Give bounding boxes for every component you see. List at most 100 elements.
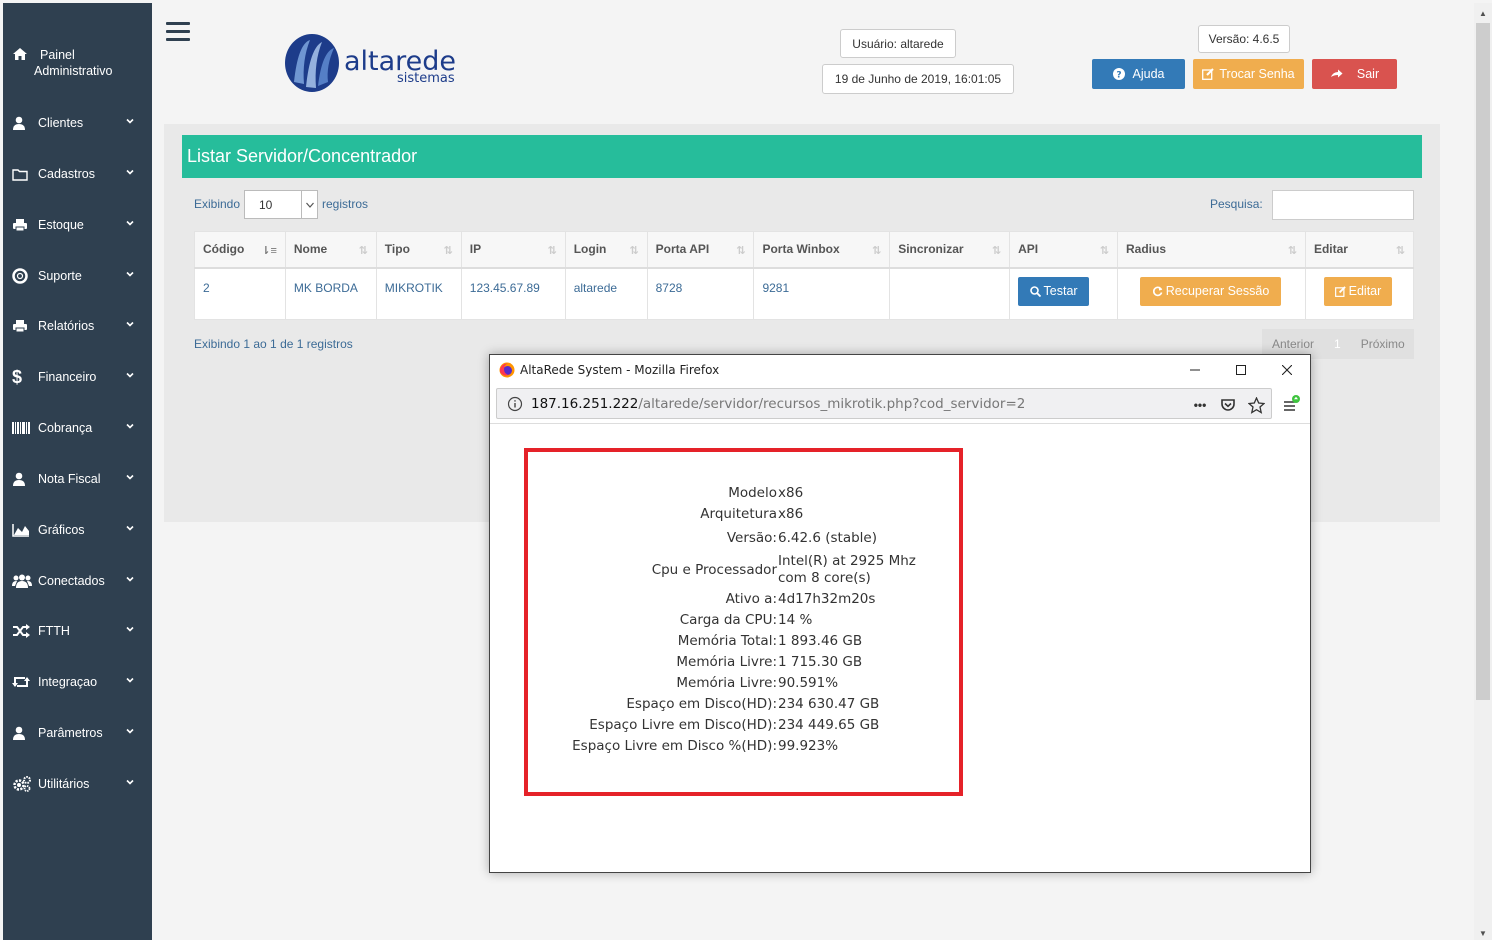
edit-button[interactable]: Editar <box>1323 276 1392 306</box>
popup-titlebar[interactable]: AltaRede System - Mozilla Firefox <box>490 355 1310 385</box>
chevron-down-icon <box>126 321 134 327</box>
sidebar-item-label: Gráficos <box>38 523 85 537</box>
question-circle-icon: ? <box>1112 68 1125 80</box>
sidebar-item-suporte[interactable]: Suporte <box>3 256 152 296</box>
popup-title: AltaRede System - Mozilla Firefox <box>520 363 720 377</box>
sidebar-item-conectados[interactable]: Conectados <box>3 561 152 601</box>
test-api-label: Testar <box>1043 284 1078 298</box>
pagination-next[interactable]: Próximo <box>1351 337 1415 351</box>
area-chart-icon <box>12 523 34 537</box>
altarede-logo: altarede sistemas <box>282 32 472 94</box>
sidebar-item-relatorios[interactable]: Relatórios <box>3 306 152 346</box>
firefox-icon <box>499 362 515 378</box>
pagination-current-page[interactable]: 1 <box>1324 337 1351 351</box>
pagination-previous[interactable]: Anterior <box>1262 337 1324 351</box>
sidebar-item-label: Integraçao <box>38 675 98 689</box>
column-header-login[interactable]: Login ⇅ <box>564 231 648 269</box>
retweet-icon <box>12 675 34 689</box>
info-icon[interactable] <box>507 396 523 412</box>
sidebar-item-label: Nota Fiscal <box>38 472 101 486</box>
column-header-porta-winbox[interactable]: Porta Winbox ⇅ <box>753 231 891 269</box>
chevron-down-icon <box>301 191 317 218</box>
dollar-icon: $ <box>12 366 23 387</box>
user-icon <box>12 472 34 486</box>
page-scrollbar[interactable]: ▲ ▼ <box>1474 3 1492 940</box>
edit-icon <box>1202 68 1215 80</box>
sidebar-item-graficos[interactable]: Gráficos <box>3 510 152 550</box>
sidebar-item-ftth[interactable]: FTTH <box>3 611 152 651</box>
cell-porta-api: 8728 <box>646 267 755 320</box>
help-button[interactable]: ? Ajuda <box>1092 59 1185 89</box>
bookmark-star-icon[interactable] <box>1247 396 1265 414</box>
column-header-codigo[interactable]: Código ⇂≡ <box>194 231 286 269</box>
column-header-radius[interactable]: Radius ⇅ <box>1117 231 1306 269</box>
minimize-button[interactable] <box>1180 359 1210 381</box>
cell-ip: 123.45.67.89 <box>460 267 566 320</box>
sidebar-item-nota-fiscal[interactable]: Nota Fiscal <box>3 459 152 499</box>
servers-table: Código ⇂≡ Nome ⇅ Tipo ⇅ IP ⇅ Login ⇅ Porta AP… <box>194 231 1415 320</box>
search-label: Pesquisa: <box>1210 197 1263 211</box>
sort-icon: ⇅ <box>871 245 882 257</box>
sidebar-panel-label-1: Painel <box>40 48 75 62</box>
sidebar-item-label: Suporte <box>38 269 82 283</box>
sort-icon: ⇅ <box>547 245 557 257</box>
logo-subtext: sistemas <box>397 71 455 86</box>
sidebar-item-integracao[interactable]: Integraçao <box>3 662 152 702</box>
sidebar-item-utilitarios[interactable]: Utilitários <box>3 764 152 804</box>
recover-session-button[interactable]: Recuperar Sessão <box>1140 276 1282 306</box>
cell-login: altarede <box>564 267 648 320</box>
column-header-tipo[interactable]: Tipo ⇅ <box>375 231 462 269</box>
popup-toolbar-divider <box>490 423 1310 424</box>
logout-button[interactable]: Sair <box>1312 59 1397 89</box>
sidebar-item-financeiro[interactable]: $ Financeiro <box>3 357 152 397</box>
table-row: 2 MK BORDA MIKROTIK 123.45.67.89 altared… <box>194 267 1415 320</box>
pocket-icon[interactable] <box>1219 396 1237 414</box>
cell-nome: MK BORDA <box>284 267 377 320</box>
search-input[interactable] <box>1272 190 1414 220</box>
barcode-icon <box>12 422 34 434</box>
column-header-porta-api[interactable]: Porta API ⇅ <box>646 231 755 269</box>
sidebar-item-clientes[interactable]: Clientes <box>3 103 152 143</box>
sort-icon: ⇅ <box>443 245 453 257</box>
column-header-sincronizar[interactable]: Sincronizar ⇅ <box>889 231 1011 269</box>
sidebar-item-parametros[interactable]: Parâmetros <box>3 713 152 753</box>
test-api-button[interactable]: Testar <box>1018 276 1090 306</box>
url-bar[interactable]: 187.16.251.222/altarede/servidor/recurso… <box>496 388 1272 419</box>
length-prefix-label: Exibindo <box>194 197 241 211</box>
close-button[interactable] <box>1272 359 1302 381</box>
sidebar-item-cobranca[interactable]: Cobrança <box>3 408 152 448</box>
maximize-button[interactable] <box>1226 359 1256 381</box>
table-info: Exibindo 1 ao 1 de 1 registros <box>194 337 353 351</box>
url-path: /altarede/servidor/recursos_mikrotik.php… <box>638 395 1026 412</box>
column-header-editar[interactable]: Editar ⇅ <box>1304 231 1415 269</box>
more-actions-icon[interactable]: ••• <box>1191 396 1209 414</box>
scrollbar-thumb[interactable] <box>1476 23 1490 700</box>
sort-icon: ⇅ <box>1395 245 1405 257</box>
datetime-label: 19 de Junho de 2019, 16:01:05 <box>822 64 1014 94</box>
sidebar-item-cadastros[interactable]: Cadastros <box>3 154 152 194</box>
print-icon <box>12 319 34 333</box>
hamburger-menu-icon[interactable] <box>1282 395 1300 413</box>
chevron-down-icon <box>126 220 134 226</box>
cell-porta-winbox: 9281 <box>753 267 891 320</box>
page-length-select[interactable]: 10 <box>244 190 318 219</box>
sidebar: Painel Administrativo Clientes Cadastros… <box>3 3 152 940</box>
menu-toggle-button[interactable] <box>166 22 190 42</box>
column-header-ip[interactable]: IP ⇅ <box>460 231 566 269</box>
change-password-button[interactable]: Trocar Senha <box>1193 59 1304 89</box>
cell-tipo: MIKROTIK <box>375 267 462 320</box>
scroll-up-arrow-icon[interactable]: ▲ <box>1479 9 1487 18</box>
scroll-down-arrow-icon[interactable]: ▼ <box>1479 929 1487 938</box>
sidebar-item-label: Financeiro <box>38 370 97 384</box>
chevron-down-icon <box>126 779 134 785</box>
sidebar-item-estoque[interactable]: Estoque <box>3 205 152 245</box>
column-header-nome[interactable]: Nome ⇅ <box>284 231 377 269</box>
sidebar-item-label: Parâmetros <box>38 726 103 740</box>
chevron-down-icon <box>126 271 134 277</box>
column-header-api[interactable]: API ⇅ <box>1009 231 1119 269</box>
lifebuoy-icon <box>12 268 34 284</box>
sidebar-item-label: FTTH <box>38 624 70 638</box>
sidebar-item-painel[interactable]: Painel Administrativo <box>3 43 152 93</box>
chevron-down-icon <box>126 525 134 531</box>
cell-codigo: 2 <box>194 267 286 320</box>
